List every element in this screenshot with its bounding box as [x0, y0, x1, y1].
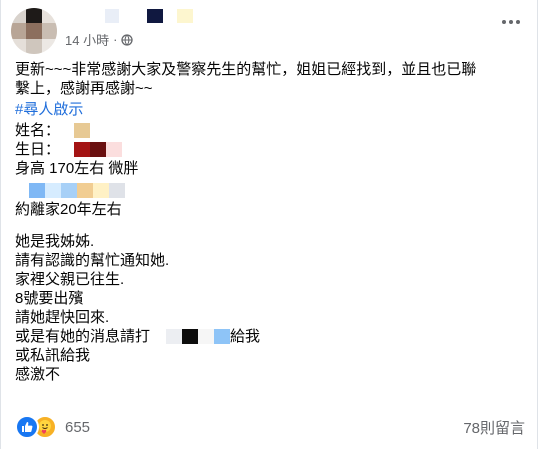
redacted-block: [45, 183, 61, 198]
redacted-block: [166, 329, 183, 344]
redacted-block: [150, 329, 167, 344]
more-options-icon[interactable]: [497, 12, 525, 32]
hashtag-link[interactable]: #尋人啟示: [15, 100, 83, 119]
birthday-label: 生日：: [15, 141, 61, 158]
redacted-block: [61, 183, 77, 198]
redacted-block: [106, 142, 123, 157]
redacted-block: [77, 183, 93, 198]
redacted-block: [74, 142, 91, 157]
post-line: 繫上，感謝再感謝~~: [15, 80, 153, 97]
post-text: 更新~~~非常感謝大家及警察先生的幫忙，姐姐已經找到，並且也已聯 繫上，感謝再感…: [15, 60, 525, 384]
meta-separator: ·: [113, 32, 118, 47]
reactions-summary[interactable]: 655: [15, 415, 90, 439]
reaction-count: 655: [65, 418, 91, 436]
post-line: 她是我姊姊.: [15, 233, 95, 250]
post-line: 家裡父親已往生.: [15, 271, 125, 288]
contact-text-suffix: 給我: [230, 328, 261, 345]
redacted-block: [90, 142, 107, 157]
post-line: 約離家20年左右: [15, 201, 122, 218]
globe-icon: [121, 33, 134, 46]
facebook-post: 14 小時 · 更新~~~非常感謝大家及警察先生的幫忙，姐姐已經找到，並且也已聯…: [0, 0, 538, 449]
post-line: 身高 170左右 微胖: [15, 160, 139, 177]
name-label: 姓名：: [15, 122, 61, 139]
redacted-block: [74, 123, 91, 138]
post-line: 請有認識的幫忙通知她.: [15, 252, 170, 269]
redacted-block: [182, 329, 199, 344]
timestamp[interactable]: 14 小時: [65, 30, 109, 49]
post-footer: 655 78則留言: [15, 414, 525, 440]
post-meta: 14 小時 ·: [65, 30, 134, 49]
post-line: 8號要出殯: [15, 290, 84, 307]
post-line: 感激不: [15, 366, 61, 383]
post-line: 或私訊給我: [15, 347, 91, 364]
redacted-block: [29, 183, 45, 198]
redacted-block: [109, 183, 125, 198]
redacted-block: [198, 329, 215, 344]
author-name-redacted[interactable]: [65, 8, 193, 24]
like-icon: [15, 415, 39, 439]
avatar[interactable]: [11, 8, 57, 54]
redacted-block: [214, 329, 231, 344]
contact-text: 或是有她的消息請打: [15, 328, 151, 345]
post-line: 更新~~~非常感謝大家及警察先生的幫忙，姐姐已經找到，並且也已聯: [15, 61, 477, 78]
post-line: 請她趕快回來.: [15, 309, 110, 326]
comments-count-link[interactable]: 78則留言: [463, 417, 525, 438]
redacted-block: [93, 183, 109, 198]
